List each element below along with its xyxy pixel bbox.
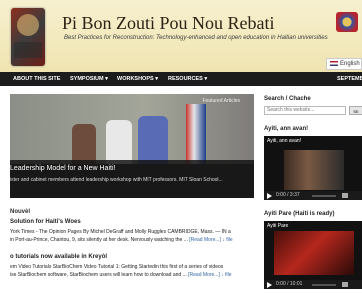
volume-icon[interactable] bbox=[342, 282, 348, 287]
language-selector[interactable]: English bbox=[326, 58, 362, 70]
video2-heading: Ayiti Pare (Haiti is ready) bbox=[264, 211, 335, 217]
featured-excerpt: ister and cabinet members attend leaders… bbox=[10, 177, 223, 183]
search-input[interactable] bbox=[264, 106, 346, 115]
post-excerpt: in Port-au-Prince, Chantou, 9, sits sile… bbox=[10, 237, 233, 243]
video-progress[interactable] bbox=[312, 284, 336, 286]
nav-resources[interactable]: RESOURCES ▾ bbox=[168, 72, 207, 86]
search-button[interactable]: SE bbox=[349, 106, 362, 115]
featured-title[interactable]: Leadership Model for a New Haiti! bbox=[10, 165, 115, 172]
photo-person bbox=[72, 124, 96, 164]
featured-badge: Featured Articles bbox=[202, 98, 240, 104]
site-tagline: Best Practices for Reconstruction: Techn… bbox=[64, 35, 328, 41]
post-excerpt: em Video Tutorials StarBioChem Video Tut… bbox=[10, 264, 224, 270]
search-heading: Search / Chache bbox=[264, 96, 311, 102]
photo-person bbox=[138, 116, 168, 164]
featured-slider[interactable]: Featured Articles Leadership Model for a… bbox=[10, 94, 254, 198]
file-link[interactable]: ↓ file bbox=[222, 237, 232, 243]
language-label: English bbox=[340, 61, 360, 67]
post-title[interactable]: Solution for Haiti's Woes bbox=[10, 219, 81, 225]
photo-person bbox=[106, 120, 132, 164]
read-more-link[interactable]: [Read More...] bbox=[188, 272, 220, 278]
video-title: Ayiti Pare bbox=[267, 223, 289, 229]
play-icon[interactable] bbox=[267, 193, 272, 199]
post-excerpt-text: ise StarBiochem software, StarBiochem us… bbox=[10, 272, 187, 278]
main-nav: ABOUT THIS SITE SYMPOSIUM ▾ WORKSHOPS ▾ … bbox=[0, 72, 362, 86]
volume-icon[interactable] bbox=[342, 193, 348, 198]
video-thumbnail bbox=[284, 150, 344, 190]
read-more-link[interactable]: [Read More...] bbox=[189, 237, 221, 243]
post-excerpt: ise StarBiochem software, StarBiochem us… bbox=[10, 272, 232, 278]
nav-september[interactable]: SEPTEMB bbox=[337, 72, 362, 86]
post-title[interactable]: o tutorials now available in Kreyòl bbox=[10, 254, 107, 260]
haiti-seal-icon bbox=[336, 12, 358, 32]
video-time: 0:00 / 10:01 bbox=[276, 281, 303, 287]
haiti-flag-photo bbox=[186, 104, 206, 164]
post-excerpt: York Times - The Opinion Pages By Michel… bbox=[10, 229, 231, 235]
nav-symposium[interactable]: SYMPOSIUM ▾ bbox=[70, 72, 108, 86]
video-time: 0:00 / 3:37 bbox=[276, 192, 300, 198]
video-controls: 0:00 / 10:01 bbox=[264, 280, 362, 289]
nav-about[interactable]: ABOUT THIS SITE bbox=[13, 72, 60, 86]
video1-heading: Ayiti, ann avan! bbox=[264, 126, 309, 132]
video-title: Ayiti, ann avan! bbox=[267, 138, 302, 144]
video-player[interactable]: Ayiti Pare 0:00 / 10:01 bbox=[264, 221, 362, 289]
post-excerpt-text: in Port-au-Prince, Chantou, 9, sits sile… bbox=[10, 237, 188, 243]
video-player[interactable]: Ayiti, ann avan! 0:00 / 3:37 bbox=[264, 136, 362, 200]
file-link[interactable]: ↓ file bbox=[221, 272, 231, 278]
video-thumbnail bbox=[274, 231, 354, 275]
video-controls: 0:00 / 3:37 bbox=[264, 191, 362, 200]
featured-photo bbox=[10, 94, 254, 164]
site-logo[interactable] bbox=[11, 8, 45, 66]
play-icon[interactable] bbox=[267, 282, 272, 288]
site-title[interactable]: Pi Bon Zouti Pou Nou Rebati bbox=[62, 13, 275, 34]
nav-workshops[interactable]: WORKSHOPS ▾ bbox=[117, 72, 158, 86]
video-progress[interactable] bbox=[312, 195, 336, 197]
uk-flag-icon bbox=[330, 60, 338, 66]
news-heading: Nouvèl bbox=[10, 209, 31, 215]
site-header: Pi Bon Zouti Pou Nou Rebati Best Practic… bbox=[0, 0, 362, 72]
